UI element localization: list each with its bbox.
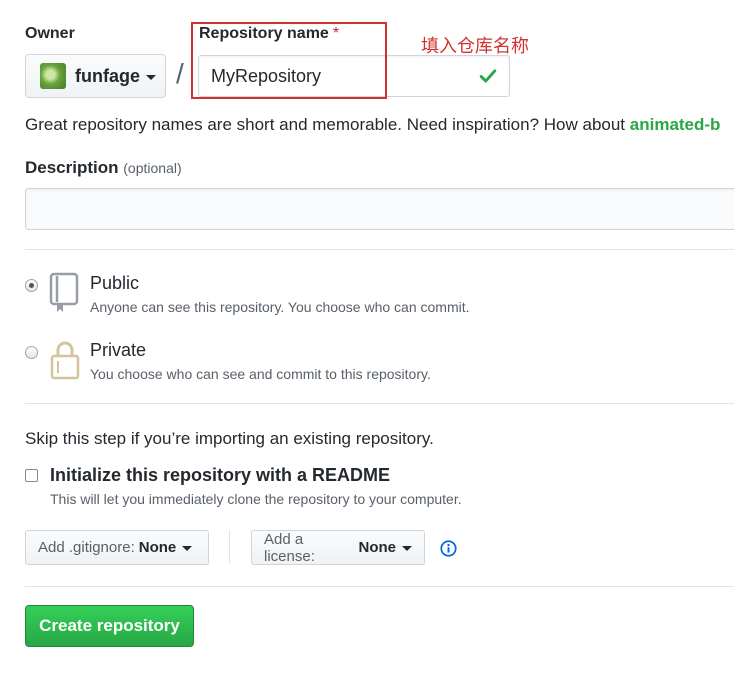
owner-label: Owner <box>25 25 75 42</box>
info-icon[interactable] <box>440 540 457 557</box>
license-label: Add a license: <box>264 530 315 565</box>
gitignore-dropdown[interactable]: Add .gitignore: None <box>25 530 209 565</box>
annotation-text: 填入仓库名称 <box>421 36 529 57</box>
readme-label[interactable]: Initialize this repository with a README <box>50 465 390 486</box>
avatar <box>40 63 66 89</box>
gitignore-label: Add .gitignore: <box>38 539 135 556</box>
gitignore-value: None <box>138 539 177 556</box>
optional-tag: (optional) <box>123 160 182 176</box>
lock-icon <box>50 341 80 380</box>
owner-name: funfage <box>75 65 140 86</box>
import-note: Skip this step if you’re importing an ex… <box>25 429 434 448</box>
public-desc: Anyone can see this repository. You choo… <box>90 299 470 315</box>
chevron-down-icon <box>146 74 156 80</box>
chevron-down-icon <box>182 546 193 551</box>
vertical-divider <box>229 530 230 564</box>
license-dropdown[interactable]: Add a license: None <box>251 530 425 565</box>
private-radio[interactable] <box>25 346 38 359</box>
slash-separator: / <box>176 58 184 89</box>
description-input[interactable] <box>25 188 734 230</box>
repo-book-icon <box>49 272 79 312</box>
license-value: None <box>358 539 397 556</box>
readme-checkbox[interactable] <box>25 469 38 482</box>
divider <box>25 403 734 404</box>
description-label-text: Description <box>25 158 119 177</box>
name-hint: Great repository names are short and mem… <box>25 115 720 135</box>
readme-desc: This will let you immediately clone the … <box>50 491 462 507</box>
public-title: Public <box>90 273 140 293</box>
chevron-down-icon <box>402 546 412 551</box>
private-desc: You choose who can see and commit to thi… <box>90 366 431 382</box>
check-icon <box>479 69 497 83</box>
divider <box>25 586 734 587</box>
description-label: Description (optional) <box>25 158 182 178</box>
create-repository-button[interactable]: Create repository <box>25 605 194 647</box>
public-radio[interactable] <box>25 279 38 292</box>
name-suggestion-link[interactable]: animated-b <box>630 115 721 134</box>
divider <box>25 249 734 250</box>
owner-dropdown[interactable]: funfage <box>25 54 166 98</box>
hint-text: Great repository names are short and mem… <box>25 115 630 134</box>
annotation-highlight-box <box>191 22 387 99</box>
private-title: Private <box>90 340 147 360</box>
